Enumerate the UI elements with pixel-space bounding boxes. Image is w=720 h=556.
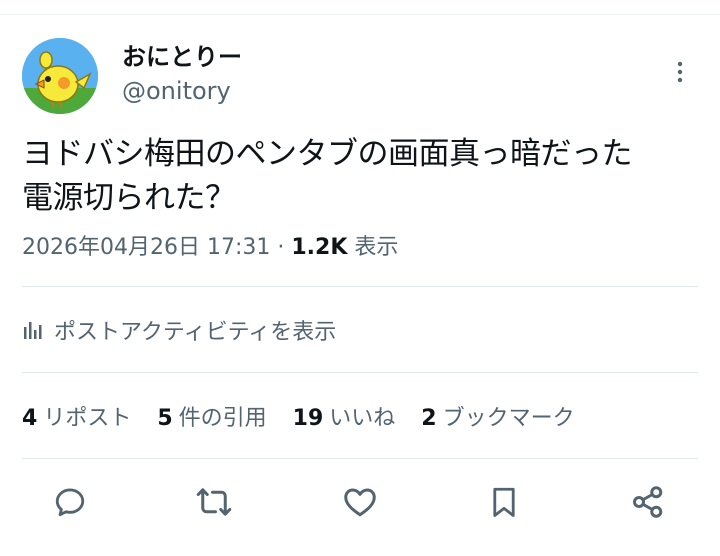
tweet-header: おにとりー @onitory [22,38,698,114]
post-activity-label: ポストアクティビティを表示 [54,320,337,345]
stat-reposts[interactable]: 4 リポスト [22,400,131,432]
avatar-bird-icon [22,38,98,114]
retweet-icon [196,488,232,516]
activity-chart-icon [24,322,42,339]
views-label: 表示 [354,235,399,260]
stat-label: いいね [329,406,396,431]
stat-label: リポスト [43,406,132,431]
meta-separator: · [277,235,285,260]
stat-label: 件の引用 [178,406,267,431]
tweet-text: ヨドバシ梅田のペンタブの画面真っ暗だった 電源切られた？ [22,132,702,220]
user-name[interactable]: おにとりー [122,42,242,72]
more-vert-icon [677,61,683,83]
tweet-line-2: 電源切られた？ [22,180,236,216]
user-handle[interactable]: @onitory [122,76,231,106]
share-button[interactable] [628,482,668,522]
stat-likes[interactable]: 19 いいね [293,400,396,432]
tweet-meta: 2026年04月26日 17:31 · 1.2K 表示 [22,232,398,264]
post-activity-link[interactable]: ポストアクティビティを表示 [22,312,336,348]
tweet-line-1: ヨドバシ梅田のペンタブの画面真っ暗だった [22,136,633,172]
like-icon [344,488,376,517]
stat-count: 4 [22,406,38,431]
stat-label: ブックマーク [442,406,575,431]
like-button[interactable] [340,482,380,522]
divider [22,372,698,373]
action-bar [22,476,698,526]
reply-icon [55,488,85,517]
stat-quotes[interactable]: 5 件の引用 [157,400,266,432]
top-divider [0,14,720,15]
bookmark-button[interactable] [484,482,524,522]
divider [22,458,698,459]
avatar[interactable] [22,38,98,114]
reply-button[interactable] [50,482,90,522]
more-button[interactable] [662,54,698,90]
share-icon [633,486,663,518]
bookmark-icon [493,487,515,517]
divider [22,286,698,287]
stat-count: 2 [421,406,437,431]
engagement-stats: 4 リポスト 5 件の引用 19 いいね 2 ブックマーク [22,398,601,434]
stat-bookmarks[interactable]: 2 ブックマーク [421,400,574,432]
stat-count: 19 [292,406,324,431]
views-count: 1.2K [291,235,348,260]
stat-count: 5 [157,406,173,431]
tweet-datetime[interactable]: 2026年04月26日 17:31 [22,235,270,260]
retweet-button[interactable] [194,482,234,522]
